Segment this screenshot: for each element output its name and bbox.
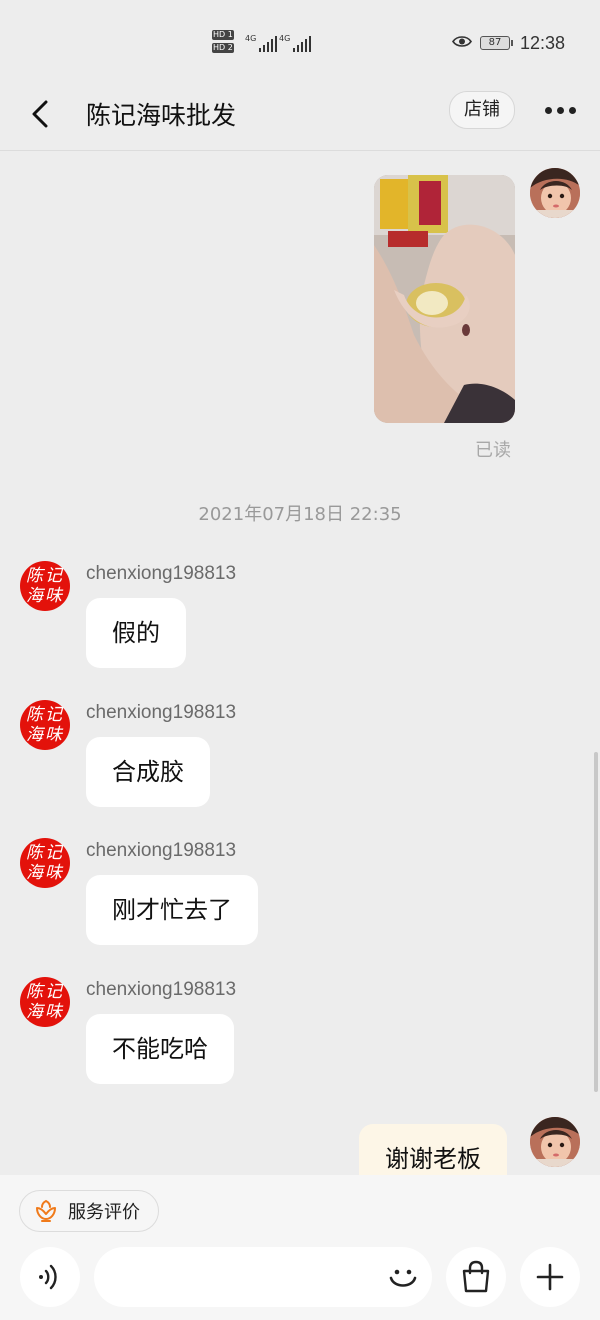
shop-bag-button[interactable] [446, 1247, 506, 1307]
chat-title: 陈记海味批发 [86, 101, 237, 130]
sim2-label: HD 2 [212, 43, 234, 53]
service-rating-label: 服务评价 [68, 1202, 140, 1223]
voice-icon [39, 1264, 57, 1290]
shop-avatar[interactable]: 陈记 海味 [20, 700, 70, 750]
read-status: 已读 [475, 440, 511, 461]
back-arrow-icon[interactable] [22, 94, 62, 134]
battery-icon: 87 [480, 36, 513, 50]
message-bubble[interactable]: 假的 [86, 598, 186, 668]
shop-avatar[interactable]: 陈记 海味 [20, 838, 70, 888]
sim1-label: HD 1 [212, 30, 234, 40]
signal-icon-2: 4G [279, 34, 312, 52]
clock: 12:38 [520, 33, 566, 53]
shop-avatar-text-2: 海味 [26, 725, 64, 745]
shop-avatar-text-1: 陈记 [26, 982, 64, 1002]
shop-avatar-text-1: 陈记 [26, 566, 64, 586]
flower-icon [36, 1199, 56, 1222]
shop-avatar-text-2: 海味 [26, 1002, 64, 1022]
sim-indicators: HD 1 HD 2 [212, 30, 236, 53]
image-message[interactable] [374, 175, 515, 423]
voice-button[interactable] [20, 1247, 80, 1307]
user-avatar[interactable] [530, 168, 580, 218]
eye-icon [452, 36, 472, 47]
status-bar: HD 1 HD 2 4G 4G 87 12:38 [0, 0, 600, 80]
sender-name: chenxiong198813 [86, 979, 237, 1000]
emoji-icon[interactable] [386, 1260, 420, 1294]
plus-icon [536, 1263, 564, 1291]
network-type-1: 4G [245, 34, 257, 43]
message-bubble[interactable]: 不能吃哈 [86, 1014, 234, 1084]
sender-name: chenxiong198813 [86, 563, 237, 584]
shop-button[interactable]: 店铺 [449, 91, 515, 129]
input-area: 服务评价 [0, 1175, 600, 1320]
network-type-2: 4G [279, 34, 291, 43]
shop-avatar[interactable]: 陈记 海味 [20, 977, 70, 1027]
shopping-bag-icon [462, 1260, 490, 1293]
more-options-icon[interactable] [545, 100, 585, 120]
shop-avatar-text-1: 陈记 [26, 843, 64, 863]
shop-avatar[interactable]: 陈记 海味 [20, 561, 70, 611]
message-bubble[interactable]: 合成胶 [86, 737, 210, 807]
service-rating-button[interactable]: 服务评价 [19, 1190, 159, 1232]
signal-icon: 4G [245, 34, 278, 52]
sender-name: chenxiong198813 [86, 702, 237, 723]
user-avatar[interactable] [530, 1117, 580, 1167]
chat-header: 陈记海味批发 店铺 [0, 80, 600, 151]
shop-avatar-text-2: 海味 [26, 586, 64, 606]
sender-name: chenxiong198813 [86, 840, 237, 861]
message-input[interactable] [94, 1247, 432, 1307]
add-button[interactable] [520, 1247, 580, 1307]
scrollbar[interactable] [594, 752, 598, 1092]
timestamp: 2021年07月18日 22:35 [198, 504, 402, 525]
message-bubble[interactable]: 刚才忙去了 [86, 875, 258, 945]
shop-avatar-text-2: 海味 [26, 863, 64, 883]
shop-avatar-text-1: 陈记 [26, 705, 64, 725]
